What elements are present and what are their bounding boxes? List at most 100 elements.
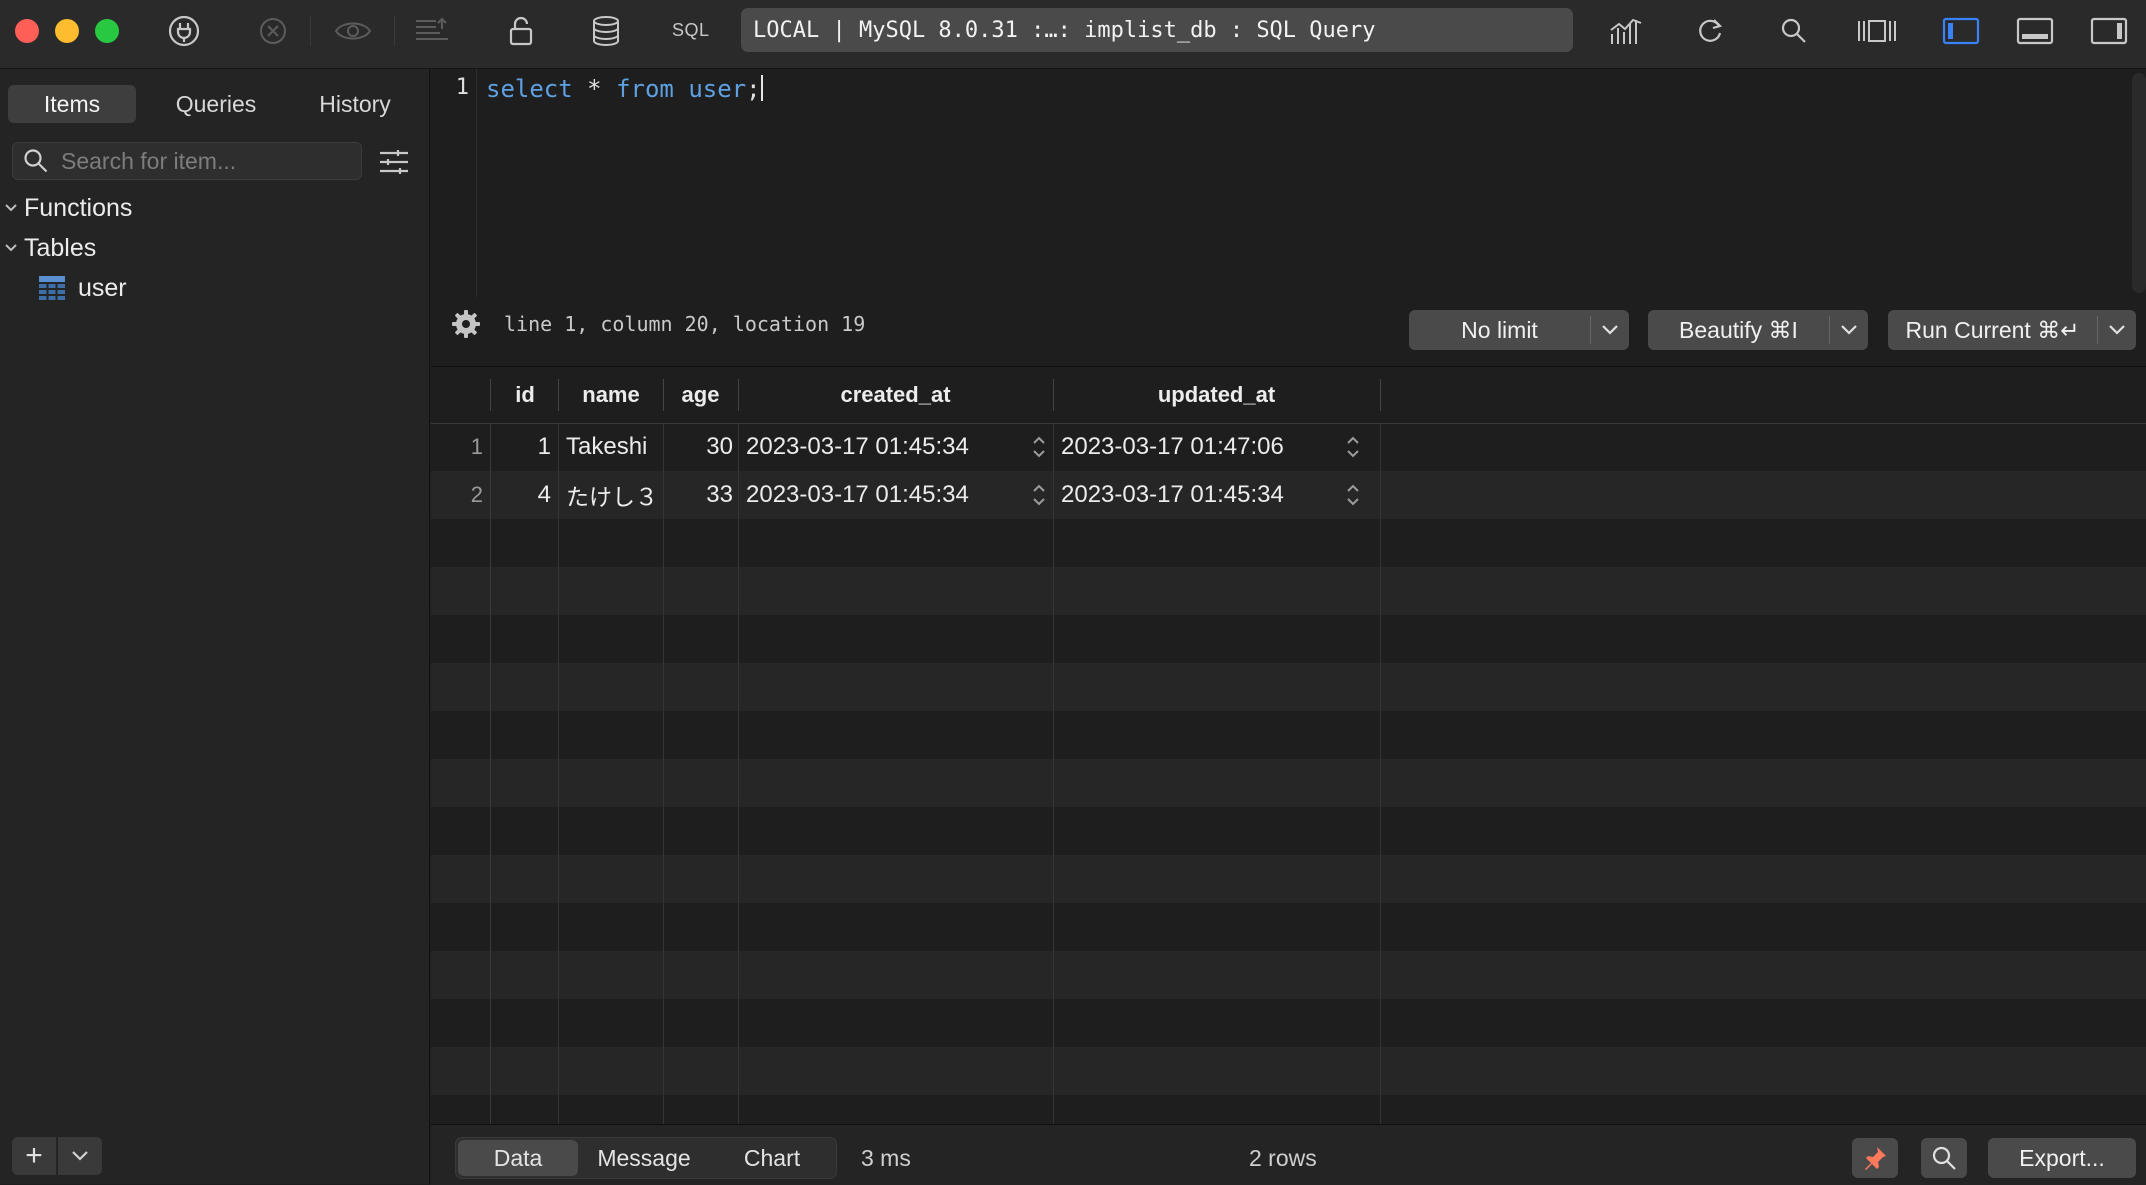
chevron-down-icon: [0, 243, 22, 253]
tab-message[interactable]: Message: [580, 1140, 708, 1176]
stepper-icon[interactable]: [1032, 434, 1046, 460]
column-header-id[interactable]: id: [491, 367, 559, 423]
lock-icon[interactable]: [499, 12, 543, 50]
stepper-icon[interactable]: [1346, 434, 1360, 460]
toggle-right-panel-icon[interactable]: [2087, 12, 2131, 50]
tab-chart[interactable]: Chart: [710, 1140, 834, 1176]
column-header-name[interactable]: name: [559, 367, 663, 423]
results-grid[interactable]: 1 1 Takeshi 30 2023-03-17 01:45:34 2023-…: [431, 366, 2146, 1124]
column-divider: [1380, 367, 1381, 1124]
sidebar-segmented-control: Items Queries History: [8, 85, 422, 125]
stop-query-icon[interactable]: [251, 12, 295, 50]
search-input[interactable]: [61, 147, 351, 175]
column-header-age[interactable]: age: [663, 367, 738, 423]
sql-editor[interactable]: 1 select * from user; line 1, column 20,…: [431, 69, 2146, 365]
cell-age[interactable]: 30: [663, 423, 733, 471]
tab-history[interactable]: History: [288, 85, 422, 123]
cell-id[interactable]: 1: [491, 423, 551, 471]
beautify-button[interactable]: Beautify ⌘I: [1648, 310, 1868, 350]
pin-icon: [1865, 1147, 1886, 1170]
add-item-button[interactable]: +: [12, 1137, 56, 1175]
pin-results-button[interactable]: [1852, 1138, 1898, 1178]
stepper-icon[interactable]: [1032, 482, 1046, 508]
token-semicolon: ;: [746, 75, 761, 103]
tab-items[interactable]: Items: [8, 85, 136, 123]
column-divider: [490, 367, 491, 1124]
zoom-window-button[interactable]: [95, 19, 119, 43]
preview-eye-icon[interactable]: [331, 12, 375, 50]
cell-created-at[interactable]: 2023-03-17 01:45:34: [746, 423, 996, 471]
cell-created-at[interactable]: 2023-03-17 01:45:34: [746, 471, 996, 519]
cell-id[interactable]: 4: [491, 471, 551, 519]
run-current-label: Run Current ⌘↵: [1905, 316, 2080, 343]
editor-status-bar: line 1, column 20, location 19 No limit …: [431, 297, 2146, 365]
limit-popup-button[interactable]: No limit: [1409, 310, 1629, 350]
column-divider: [1053, 367, 1054, 1124]
plus-icon: +: [25, 1139, 43, 1172]
refresh-icon[interactable]: [1688, 12, 1732, 50]
line-gutter: 1: [431, 69, 477, 297]
row-number: 2: [470, 482, 483, 507]
add-options-button[interactable]: [58, 1137, 102, 1175]
toggle-left-panel-icon[interactable]: [1939, 12, 1983, 50]
tab-data[interactable]: Data: [458, 1140, 578, 1176]
cell-name[interactable]: Takeshi: [566, 423, 666, 471]
cell-updated-at[interactable]: 2023-03-17 01:47:06: [1061, 423, 1321, 471]
column-header-created-at[interactable]: created_at: [738, 367, 1053, 423]
cell-name[interactable]: たけし３: [566, 471, 666, 519]
tree-item-user-table[interactable]: user: [38, 269, 127, 307]
stepper-icon[interactable]: [1346, 482, 1360, 508]
line-number: 1: [455, 75, 469, 100]
chevron-down-icon: [0, 203, 22, 213]
column-header-updated-at[interactable]: updated_at: [1053, 367, 1380, 423]
editor-scrollbar[interactable]: [2132, 73, 2146, 293]
connection-plug-icon[interactable]: [162, 12, 206, 50]
cursor-position-status: line 1, column 20, location 19: [504, 312, 866, 336]
empty-row: [431, 1047, 2146, 1095]
keyword-select: select: [486, 75, 573, 103]
toolbar-separator: [394, 16, 395, 46]
search-icon[interactable]: [1772, 12, 1816, 50]
table-row[interactable]: 2 4 たけし３ 33 2023-03-17 01:45:34 2023-03-…: [431, 471, 2146, 519]
search-icon: [1932, 1146, 1956, 1170]
toolbar-separator: [310, 16, 311, 46]
keyword-from: from: [616, 75, 674, 103]
connection-title: LOCAL | MySQL 8.0.31 :…: implist_db : SQ…: [753, 17, 1376, 43]
chevron-down-icon: [1830, 324, 1868, 336]
database-icon[interactable]: [584, 12, 628, 50]
activity-chart-icon[interactable]: [1604, 12, 1648, 50]
search-field[interactable]: [12, 142, 362, 180]
tree-group-functions[interactable]: Functions: [0, 189, 132, 227]
column-divider: [663, 367, 664, 1124]
tab-queries[interactable]: Queries: [148, 85, 284, 123]
row-number: 1: [470, 434, 483, 459]
tree-group-tables[interactable]: Tables: [0, 229, 96, 267]
cell-age[interactable]: 33: [663, 471, 733, 519]
limit-label: No limit: [1461, 316, 1538, 343]
cell-updated-at[interactable]: 2023-03-17 01:45:34: [1061, 471, 1321, 519]
gear-icon[interactable]: [451, 309, 481, 339]
search-results-button[interactable]: [1921, 1138, 1967, 1178]
sidebar: Items Queries History Functions Tables u…: [0, 69, 430, 1184]
export-button[interactable]: Export...: [1988, 1138, 2136, 1178]
chevron-down-icon: [2098, 324, 2136, 336]
run-current-button[interactable]: Run Current ⌘↵: [1888, 310, 2136, 350]
filter-settings-icon[interactable]: [374, 145, 414, 179]
empty-row: [431, 567, 2146, 615]
results-bottom-bar: Data Message Chart 3 ms 2 rows Export...: [431, 1124, 2146, 1185]
text-caret: [760, 75, 763, 101]
code-line[interactable]: select * from user;: [486, 75, 763, 103]
table-row[interactable]: 1 1 Takeshi 30 2023-03-17 01:45:34 2023-…: [431, 423, 2146, 471]
toggle-bottom-panel-icon[interactable]: [2013, 12, 2057, 50]
row-count: 2 rows: [1249, 1145, 1317, 1171]
token-star: *: [572, 75, 617, 103]
commit-changes-icon[interactable]: [410, 12, 454, 50]
sql-mode-label[interactable]: SQL: [672, 20, 710, 41]
table-icon: [39, 276, 65, 300]
empty-row: [431, 855, 2146, 903]
close-window-button[interactable]: [15, 19, 39, 43]
connection-title-bar[interactable]: LOCAL | MySQL 8.0.31 :…: implist_db : SQ…: [741, 8, 1573, 52]
minimize-window-button[interactable]: [55, 19, 79, 43]
tree-label-user: user: [78, 273, 127, 302]
split-columns-icon[interactable]: [1855, 12, 1899, 50]
